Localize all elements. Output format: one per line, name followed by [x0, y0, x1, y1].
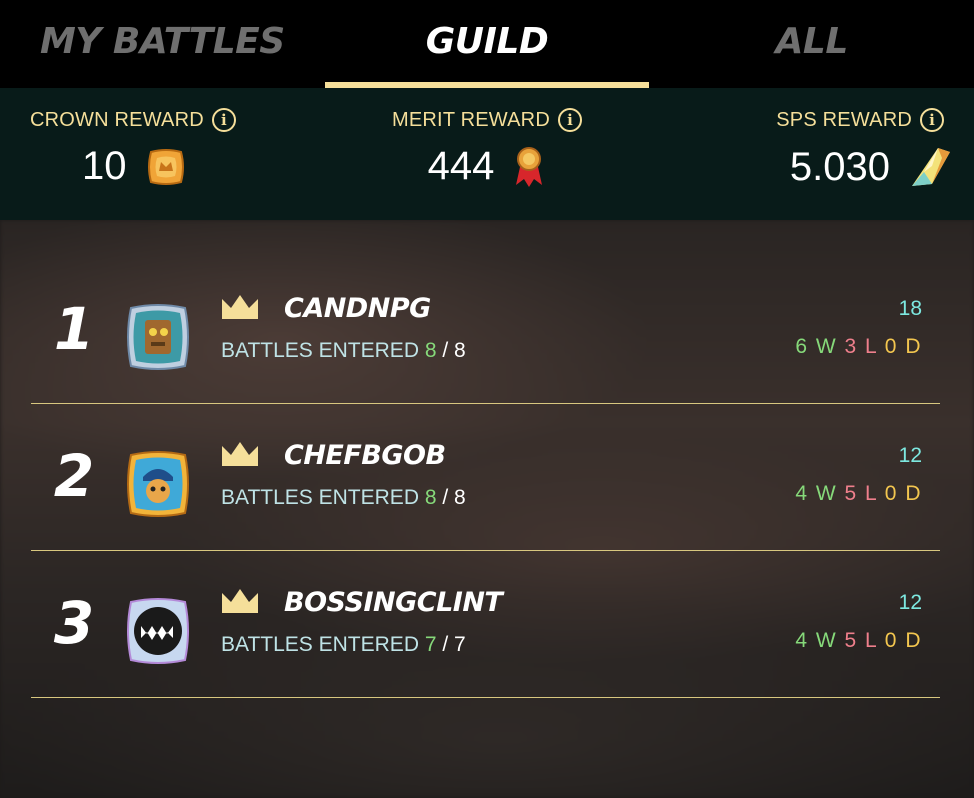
- battles-entered: BATTLES ENTERED 8 / 8: [221, 486, 466, 510]
- wins-label: W: [815, 629, 838, 652]
- rank-number: 2: [53, 442, 95, 510]
- crown-reward: CROWN REWARD i 10: [30, 88, 250, 220]
- losses-label: L: [865, 482, 878, 505]
- list-item[interactable]: 3 BOSSINGCLINT BATTLES ENTERED 7 / 7 12 …: [31, 551, 940, 698]
- win-loss-draw: 4 W 5 L 0 D: [795, 482, 922, 506]
- losses: 3: [844, 335, 858, 358]
- merit-reward-value: 444: [427, 144, 495, 188]
- crown-icon: [222, 442, 258, 466]
- guild-player-list: 1 CANDNPG BATTLES ENTERED 8 / 8 18 6 W 3…: [31, 257, 940, 698]
- player-score: 12: [898, 444, 922, 467]
- info-icon[interactable]: i: [920, 108, 944, 132]
- rank-number: 1: [53, 295, 95, 363]
- player-score: 18: [898, 297, 922, 320]
- losses-label: L: [865, 335, 878, 358]
- battles-entered-count: 8: [424, 339, 437, 362]
- rewards-bar: CROWN REWARD i 10 MERIT REWARD i 444 SPS…: [0, 88, 974, 220]
- battles-slash: /: [442, 486, 449, 509]
- sps-reward-label: SPS REWARD: [776, 108, 912, 131]
- battles-entered: BATTLES ENTERED 7 / 7: [221, 633, 466, 657]
- merit-reward-label: MERIT REWARD: [392, 108, 550, 131]
- player-name[interactable]: CANDNPG: [284, 293, 431, 324]
- wins: 4: [795, 629, 809, 652]
- info-icon[interactable]: i: [211, 108, 236, 132]
- merit-medal-icon: [516, 146, 543, 187]
- info-icon[interactable]: i: [557, 108, 582, 132]
- battles-total: 8: [454, 486, 466, 509]
- player-name[interactable]: CHEFBGOB: [284, 440, 446, 471]
- crown-token-icon: [147, 148, 184, 185]
- player-score: 12: [898, 591, 922, 614]
- crown-reward-label: CROWN REWARD: [30, 108, 204, 131]
- wins: 4: [795, 482, 809, 505]
- losses: 5: [844, 629, 858, 652]
- battles-entered-label: BATTLES ENTERED: [221, 486, 419, 509]
- battles-total: 8: [454, 339, 466, 362]
- crown-icon: [222, 589, 258, 613]
- crown-reward-value: 10: [82, 144, 127, 188]
- tab-all[interactable]: ALL: [649, 0, 974, 82]
- wins-label: W: [815, 482, 838, 505]
- avatar[interactable]: [121, 300, 195, 374]
- battles-total: 7: [454, 633, 466, 656]
- losses: 5: [844, 482, 858, 505]
- wins-label: W: [815, 335, 838, 358]
- battles-entered-label: BATTLES ENTERED: [221, 339, 419, 362]
- sps-reward-value: 5.030: [789, 144, 890, 189]
- list-item[interactable]: 2 CHEFBGOB BATTLES ENTERED 8 / 8 12 4 W …: [31, 404, 940, 551]
- losses-label: L: [865, 629, 878, 652]
- draws: 0: [884, 482, 898, 505]
- tab-my-battles[interactable]: MY BATTLES: [0, 0, 325, 82]
- wins: 6: [795, 335, 809, 358]
- avatar[interactable]: [121, 594, 195, 668]
- crown-icon: [222, 295, 258, 319]
- draws-label: D: [905, 335, 922, 358]
- draws: 0: [884, 335, 898, 358]
- rank-number: 3: [53, 589, 95, 657]
- battles-entered-count: 7: [424, 633, 437, 656]
- draws-label: D: [905, 629, 922, 652]
- sps-reward: SPS REWARD i 5.030: [724, 88, 950, 220]
- draws: 0: [884, 629, 898, 652]
- battles-slash: /: [442, 633, 449, 656]
- tab-bar: MY BATTLES GUILD ALL: [0, 0, 974, 88]
- win-loss-draw: 6 W 3 L 0 D: [795, 335, 922, 359]
- list-item[interactable]: 1 CANDNPG BATTLES ENTERED 8 / 8 18 6 W 3…: [31, 257, 940, 404]
- player-name[interactable]: BOSSINGCLINT: [284, 587, 503, 618]
- merit-reward: MERIT REWARD i 444: [377, 88, 597, 220]
- battles-entered-count: 8: [424, 486, 437, 509]
- win-loss-draw: 4 W 5 L 0 D: [795, 629, 922, 653]
- tab-guild[interactable]: GUILD: [324, 0, 650, 88]
- battles-entered: BATTLES ENTERED 8 / 8: [221, 339, 466, 363]
- sps-crystal-icon: [912, 148, 950, 186]
- battles-entered-label: BATTLES ENTERED: [221, 633, 419, 656]
- battles-slash: /: [442, 339, 449, 362]
- avatar[interactable]: [121, 447, 195, 521]
- draws-label: D: [905, 482, 922, 505]
